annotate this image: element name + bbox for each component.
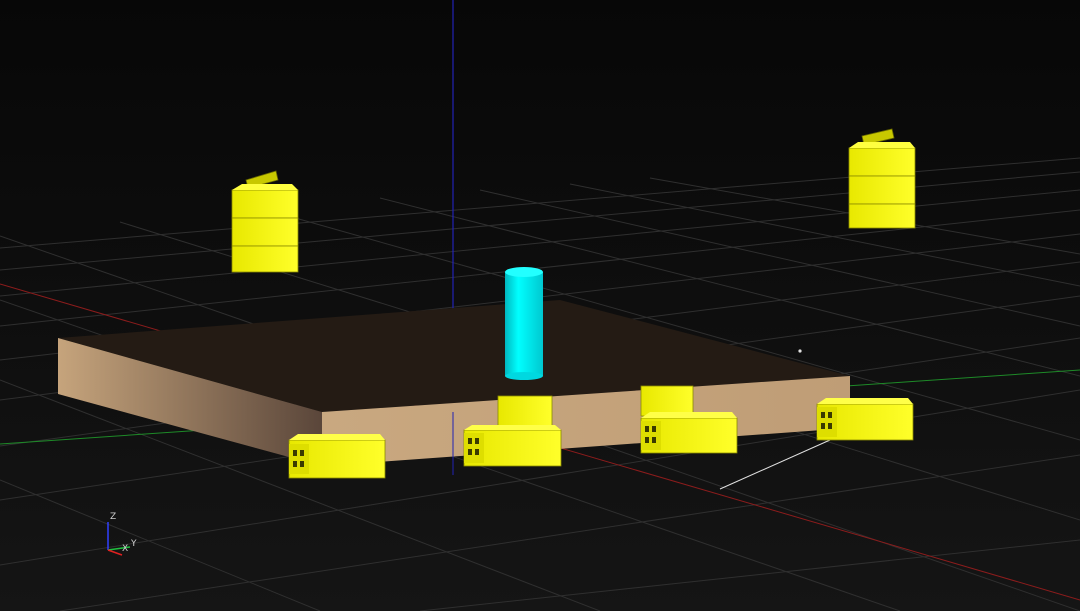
support-block-4[interactable] — [816, 398, 914, 441]
block-slot — [300, 450, 304, 456]
3d-viewport[interactable]: Z X Y — [0, 0, 1080, 611]
block-top — [817, 398, 913, 404]
block-slot — [475, 438, 479, 444]
block-top — [641, 412, 737, 418]
block-slot — [300, 461, 304, 467]
stack-top — [232, 184, 298, 190]
block-end-face — [289, 444, 309, 474]
block-top — [289, 434, 385, 440]
stack-top — [849, 142, 915, 148]
floating-stack-left[interactable] — [231, 170, 299, 273]
block-slot — [652, 437, 656, 443]
block-top — [464, 425, 561, 430]
indicator-y-label: Y — [130, 539, 137, 549]
cylinder-body — [505, 272, 543, 376]
block-slot — [645, 426, 649, 432]
block-end-face — [817, 407, 837, 437]
block-slot — [293, 461, 297, 467]
block-slot — [468, 438, 472, 444]
block-slot — [828, 423, 832, 429]
floating-stack-right[interactable] — [848, 128, 916, 229]
stack-tier — [848, 147, 916, 177]
stack-tier — [848, 175, 916, 205]
cylinder-bottom — [505, 372, 543, 380]
cylinder-column[interactable] — [505, 267, 543, 380]
indicator-x-label: X — [122, 544, 128, 554]
stack-tier — [231, 245, 299, 273]
stack-tier — [231, 189, 299, 219]
stack-tier — [231, 217, 299, 247]
stack-tier — [848, 203, 916, 229]
block-cap — [497, 395, 553, 427]
pivot-point — [798, 349, 802, 353]
block-slot — [293, 450, 297, 456]
block-end-face — [464, 433, 484, 463]
block-slot — [652, 426, 656, 432]
block-slot — [821, 423, 825, 429]
block-slot — [645, 437, 649, 443]
block-slot — [821, 412, 825, 418]
indicator-z-label: Z — [110, 512, 116, 522]
support-block-1[interactable] — [288, 434, 386, 479]
cylinder-top — [505, 267, 543, 277]
block-end-face — [641, 421, 661, 450]
block-slot — [475, 449, 479, 455]
block-slot — [828, 412, 832, 418]
block-slot — [468, 449, 472, 455]
block-cap — [640, 385, 694, 417]
